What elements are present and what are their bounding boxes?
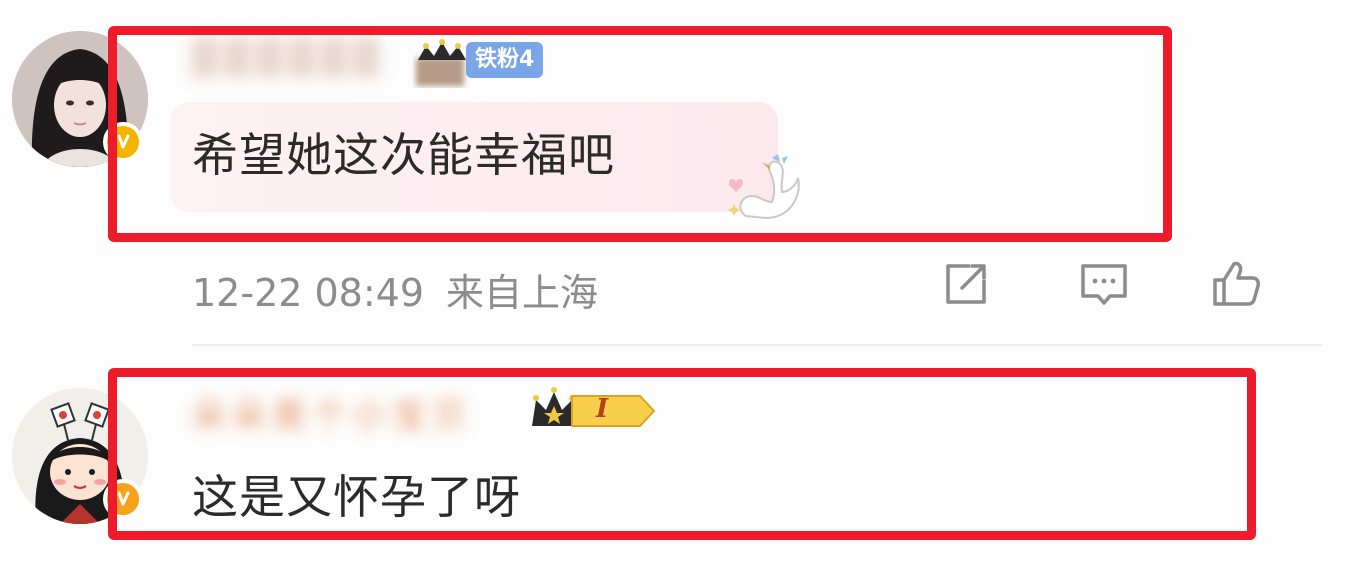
comment-text: 这是又怀孕了呀 xyxy=(192,470,521,524)
comment-timestamp: 12-22 08:49 xyxy=(192,271,425,315)
comment-text: 希望她这次能幸福吧 xyxy=(192,128,615,182)
comment-list: ██████ 铁粉4 希望她这次能幸福吧 12-22 08:49 来自上海 朵朵… xyxy=(0,0,1370,566)
comment-author-name[interactable]: ██████ xyxy=(192,38,385,78)
thumbs-up-icon xyxy=(1213,261,1260,306)
comment-author-name[interactable]: 朵朵是个小宝贝 xyxy=(192,388,472,437)
comment-icon xyxy=(1081,264,1127,305)
repost-icon xyxy=(946,264,986,304)
user-level-value: I xyxy=(596,394,609,424)
user-level-badge[interactable]: I xyxy=(570,392,656,430)
comment-location: 来自上海 xyxy=(446,271,599,315)
comment-meta: 12-22 08:49 来自上海 xyxy=(192,262,598,317)
comment-divider xyxy=(192,344,1322,346)
fan-level-badge[interactable]: 铁粉4 xyxy=(466,42,544,78)
comment-button[interactable] xyxy=(1076,256,1132,312)
crown-icon xyxy=(416,39,466,86)
like-button[interactable] xyxy=(1208,256,1264,312)
verified-v-icon xyxy=(103,479,143,519)
verified-v-icon xyxy=(103,122,143,162)
swan-decoration-icon xyxy=(728,154,800,220)
repost-button[interactable] xyxy=(938,256,994,312)
